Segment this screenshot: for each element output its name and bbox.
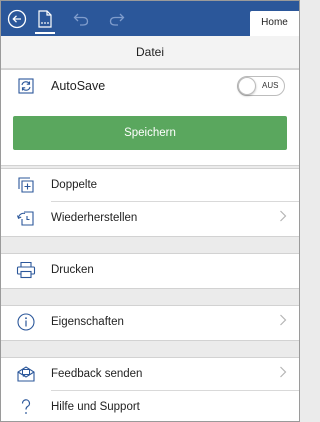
printer-icon: [15, 259, 37, 281]
redo-button[interactable]: [107, 1, 127, 36]
info-icon: [15, 311, 37, 333]
panel-title: Datei: [1, 36, 299, 69]
restore-item[interactable]: Wiederherstellen: [1, 201, 299, 235]
file-panel: Home Datei AutoSave AUS Speichern Doppel…: [0, 0, 300, 422]
redo-icon: [109, 13, 125, 26]
circle-arrow-left-icon: [7, 9, 27, 28]
feedback-icon: [15, 363, 37, 385]
chevron-right-icon: [279, 209, 287, 227]
help-label: Hilfe und Support: [51, 401, 140, 413]
properties-label: Eigenschaften: [51, 316, 124, 328]
properties-item[interactable]: Eigenschaften: [1, 305, 299, 339]
sync-icon: [15, 75, 37, 97]
back-button[interactable]: [5, 1, 29, 36]
chevron-right-icon: [279, 365, 287, 383]
duplicate-item[interactable]: Doppelte: [1, 168, 299, 202]
autosave-label: AutoSave: [51, 79, 106, 93]
undo-button[interactable]: [71, 1, 91, 36]
autosave-toggle[interactable]: AUS: [237, 76, 285, 96]
feedback-label: Feedback senden: [51, 368, 143, 380]
print-label: Drucken: [51, 264, 94, 276]
feedback-item[interactable]: Feedback senden: [1, 357, 299, 391]
chevron-right-icon: [279, 313, 287, 331]
question-icon: [15, 396, 37, 418]
active-indicator: [35, 32, 55, 34]
restore-icon: [15, 207, 37, 229]
save-button[interactable]: Speichern: [13, 116, 287, 150]
top-toolbar: Home: [1, 1, 299, 36]
autosave-row: AutoSave AUS: [1, 69, 299, 103]
duplicate-icon: [15, 174, 37, 196]
file-button[interactable]: [35, 1, 55, 36]
undo-icon: [73, 13, 89, 26]
tab-home[interactable]: Home: [250, 11, 299, 36]
toggle-state-label: AUS: [262, 81, 279, 90]
print-item[interactable]: Drucken: [1, 253, 299, 287]
restore-label: Wiederherstellen: [51, 212, 138, 224]
help-item[interactable]: Hilfe und Support: [1, 390, 299, 421]
toggle-knob: [238, 77, 256, 95]
document-icon: [38, 9, 52, 28]
duplicate-label: Doppelte: [51, 179, 98, 191]
